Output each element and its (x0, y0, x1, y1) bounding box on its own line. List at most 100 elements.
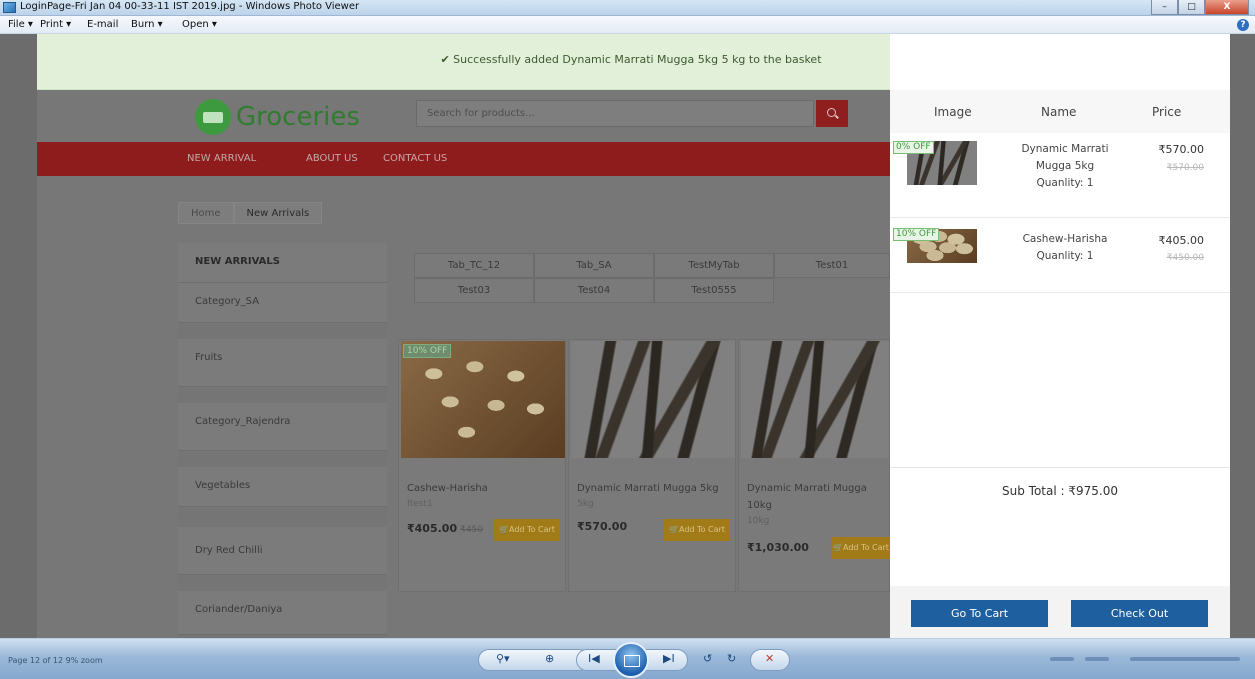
close-window-button[interactable]: X (1205, 0, 1249, 15)
sidebar-item-vegetables[interactable]: Vegetables (178, 467, 387, 507)
help-icon[interactable]: ? (1237, 19, 1249, 31)
basket-panel: Image Name Price 0% OFF Dynamic Marrati … (890, 34, 1230, 638)
maximize-button[interactable]: □ (1178, 0, 1205, 15)
item-quantity: Quanlity: 1 (1036, 250, 1094, 262)
add-to-cart-button[interactable]: 🛒Add To Cart (494, 519, 560, 541)
category-sidebar: NEW ARRIVALS Category_SA Fruits Category… (178, 243, 387, 638)
actual-size-icon[interactable]: ⊕ (545, 652, 554, 665)
sidebar-item-label: Category_Rajendra (195, 416, 291, 427)
nav-contact-us[interactable]: CONTACT US (383, 153, 447, 164)
minimize-button[interactable]: – (1151, 0, 1178, 15)
menu-email[interactable]: E-mail (87, 19, 118, 30)
item-old-price: ₹570.00 (1166, 163, 1204, 173)
zoom-icon[interactable]: ⚲▾ (496, 652, 510, 665)
product-name[interactable]: Dynamic Marrati Mugga 10kg (747, 480, 889, 514)
item-name-line2: Mugga 5kg (1035, 160, 1095, 172)
item-old-price: ₹450.00 (1166, 253, 1204, 263)
basket-logo-icon (195, 99, 231, 135)
discount-badge: 10% OFF (893, 228, 940, 241)
nav-new-arrival[interactable]: NEW ARRIVAL (187, 153, 256, 164)
basket-subtotal: Sub Total : ₹975.00 (1002, 484, 1118, 498)
sidebar-item-new-arrivals[interactable]: NEW ARRIVALS (178, 243, 387, 283)
item-quantity: Quanlity: 1 (1036, 177, 1094, 189)
tab-test04[interactable]: Test04 (534, 278, 654, 303)
sidebar-item-coriander[interactable]: Coriander/Daniya (178, 591, 387, 635)
menu-burn[interactable]: Burn ▾ (131, 19, 163, 30)
tab-tab-sa[interactable]: Tab_SA (534, 253, 654, 278)
nav-about-us[interactable]: ABOUT US (306, 153, 358, 164)
breadcrumb: Home New Arrivals (178, 202, 323, 224)
add-to-cart-button[interactable]: 🛒Add To Cart (831, 537, 890, 559)
tab-tab-tc-12[interactable]: Tab_TC_12 (414, 253, 534, 278)
mugga-product-image[interactable] (571, 341, 735, 458)
product-grid: 10% OFF Cashew-Harisha Itest1 ₹405.00 ₹45… (398, 339, 890, 592)
status-indicator (1085, 657, 1109, 661)
tab-test0555[interactable]: Test0555 (654, 278, 774, 303)
tab-test01[interactable]: Test01 (774, 253, 890, 278)
basket-item: 10% OFF Cashew-Harisha Quanlity: 1 ₹405.… (890, 219, 1230, 293)
product-variant: 10kg (747, 516, 770, 526)
discount-badge: 0% OFF (893, 141, 934, 154)
item-price: ₹405.00 (1158, 234, 1205, 247)
price-old: ₹450 (460, 525, 484, 535)
price-current: ₹1,030.00 (747, 541, 809, 554)
next-icon[interactable]: ▶I (663, 652, 675, 665)
search-input[interactable] (417, 101, 815, 126)
sidebar-item-label: Category_SA (195, 296, 260, 307)
mugga-product-image[interactable] (741, 341, 889, 458)
breadcrumb-new-arrivals: New Arrivals (233, 202, 323, 224)
add-to-cart-button[interactable]: 🛒Add To Cart (664, 519, 730, 541)
sidebar-item-dry-red-chilli[interactable]: Dry Red Chilli (178, 527, 387, 575)
price-current: ₹405.00 (407, 522, 458, 535)
logo-text: Groceries (236, 102, 360, 132)
grocery-site: Groceries NEW ARRIVAL ABOUT US CONTACT U… (37, 90, 890, 638)
main-nav: NEW ARRIVAL ABOUT US CONTACT US (37, 142, 890, 176)
sidebar-item-category-sa[interactable]: Category_SA (178, 283, 387, 323)
photo-viewer-app-icon (3, 2, 16, 13)
price-current: ₹570.00 (577, 520, 628, 533)
item-name-line1: Cashew-Harisha (1022, 233, 1108, 245)
sidebar-item-label: Vegetables (195, 480, 251, 491)
product-tabs: Tab_TC_12 Tab_SA TestMyTab Test01 Test03… (414, 253, 890, 304)
go-to-cart-button[interactable]: Go To Cart (911, 600, 1048, 627)
sidebar-item-fruits[interactable]: Fruits (178, 339, 387, 387)
check-out-button[interactable]: Check Out (1071, 600, 1208, 627)
product-card[interactable]: 10% OFF Cashew-Harisha Itest1 ₹405.00 ₹45… (398, 339, 566, 592)
product-variant: Itest1 (407, 499, 433, 509)
breadcrumb-home[interactable]: Home (178, 202, 234, 224)
menu-open[interactable]: Open ▾ (182, 19, 217, 30)
previous-icon[interactable]: I◀ (588, 652, 600, 665)
slideshow-icon[interactable] (613, 642, 649, 678)
header-name: Name (1041, 105, 1077, 119)
zoom-slider[interactable] (1130, 657, 1240, 661)
header-price: Price (1152, 105, 1182, 119)
menu-file[interactable]: File ▾ (8, 19, 33, 30)
viewer-toolbar: Page 12 of 12 9% zoom ⚲▾ ⊕ I◀ ▶I ↺ ↻ ✕ (0, 638, 1255, 679)
item-price: ₹570.00 (1158, 143, 1205, 156)
sidebar-item-category-rajendra[interactable]: Category_Rajendra (178, 403, 387, 451)
header-image: Image (934, 105, 972, 119)
rotate-clockwise-icon[interactable]: ↻ (727, 652, 736, 665)
sidebar-item-label: Fruits (195, 352, 223, 363)
photo-viewer-canvas: ✔ Successfully added Dynamic Marrati Mug… (0, 34, 1255, 638)
search-box (416, 100, 815, 127)
window-title: LoginPage-Fri Jan 04 00-33-11 IST 2019.j… (20, 1, 360, 12)
cashew-product-image[interactable] (401, 341, 565, 458)
sidebar-item-label: Dry Red Chilli (195, 545, 263, 556)
product-card[interactable]: Dynamic Marrati Mugga 5kg 5kg ₹570.00 🛒A… (568, 339, 736, 592)
tab-test03[interactable]: Test03 (414, 278, 534, 303)
product-name[interactable]: Cashew-Harisha (407, 480, 565, 497)
product-card[interactable]: Dynamic Marrati Mugga 10kg 10kg ₹1,030.0… (738, 339, 890, 592)
page-status: Page 12 of 12 9% zoom (8, 656, 103, 665)
sidebar-item-label: Coriander/Daniya (195, 604, 283, 615)
item-name-line1: Dynamic Marrati (1021, 143, 1109, 155)
delete-icon[interactable]: ✕ (765, 652, 774, 665)
product-price: ₹405.00 ₹450 (407, 522, 483, 535)
product-name[interactable]: Dynamic Marrati Mugga 5kg (577, 480, 735, 497)
search-icon[interactable] (816, 100, 848, 127)
menu-bar: File ▾ Print ▾ E-mail Burn ▾ Open ▾ ? (0, 16, 1255, 34)
rotate-counterclockwise-icon[interactable]: ↺ (703, 652, 712, 665)
tab-testmytab[interactable]: TestMyTab (654, 253, 774, 278)
site-logo[interactable]: Groceries (195, 99, 360, 135)
menu-print[interactable]: Print ▾ (40, 19, 71, 30)
